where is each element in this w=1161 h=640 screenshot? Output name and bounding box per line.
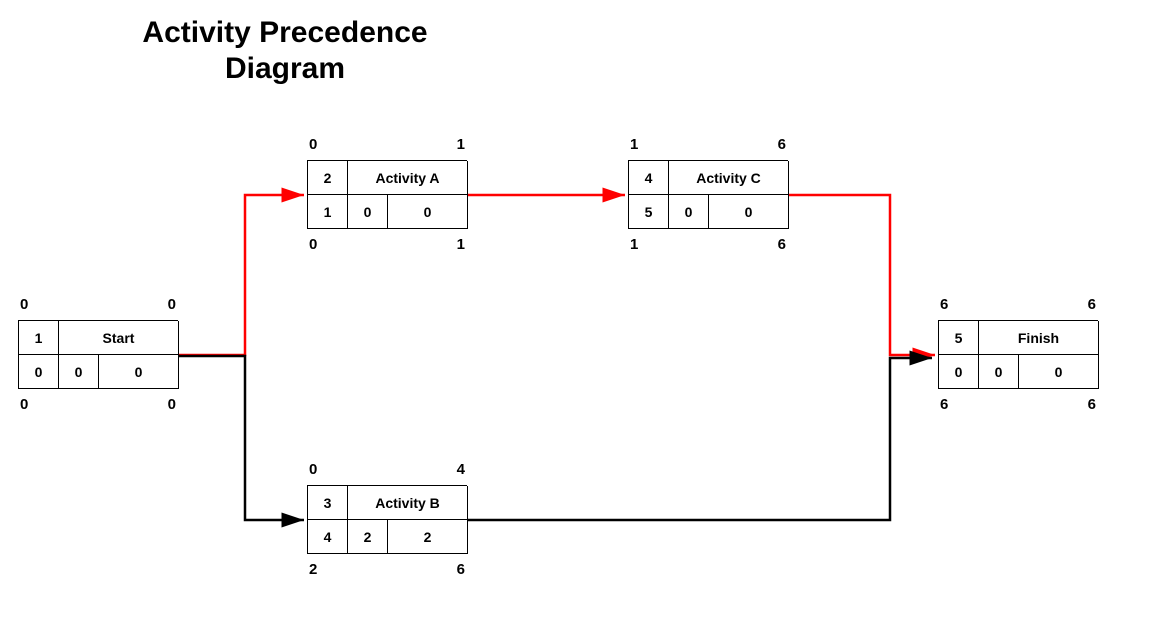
edge-start-actB	[179, 356, 304, 520]
diagram-title: Activity Precedence Diagram	[120, 15, 450, 87]
node-actB-es: 0	[309, 461, 317, 478]
node-actB: 0 4 3 Activity B 4 2 2 2 6	[307, 485, 467, 554]
node-actB-ls: 2	[309, 561, 317, 578]
node-actA-ff: 0	[388, 195, 468, 229]
node-actC-dur: 5	[629, 195, 669, 229]
node-actA-lf: 1	[457, 236, 465, 253]
node-actC-es: 1	[630, 136, 638, 153]
node-start-tf: 0	[59, 355, 99, 389]
node-actA-name: Activity A	[348, 161, 468, 195]
node-actC-ff: 0	[709, 195, 789, 229]
node-start: 0 0 1 Start 0 0 0 0 0	[18, 320, 178, 389]
node-actC-lf: 6	[778, 236, 786, 253]
node-actA-dur: 1	[308, 195, 348, 229]
node-actB-dur: 4	[308, 520, 348, 554]
node-finish-tf: 0	[979, 355, 1019, 389]
node-start-ff: 0	[99, 355, 179, 389]
node-finish-ls: 6	[940, 396, 948, 413]
node-actC-ls: 1	[630, 236, 638, 253]
edge-start-actA	[179, 195, 304, 355]
node-actA-id: 2	[308, 161, 348, 195]
node-start-lf: 0	[168, 396, 176, 413]
node-start-id: 1	[19, 321, 59, 355]
node-actB-ff: 2	[388, 520, 468, 554]
node-finish-dur: 0	[939, 355, 979, 389]
node-start-ef: 0	[168, 296, 176, 313]
node-finish-lf: 6	[1088, 396, 1096, 413]
node-actA-tf: 0	[348, 195, 388, 229]
node-actA-ls: 0	[309, 236, 317, 253]
edge-actB-finish	[468, 358, 932, 520]
node-finish-es: 6	[940, 296, 948, 313]
node-actC-id: 4	[629, 161, 669, 195]
node-finish-name: Finish	[979, 321, 1099, 355]
node-actB-name: Activity B	[348, 486, 468, 520]
node-finish: 6 6 5 Finish 0 0 0 6 6	[938, 320, 1098, 389]
node-actC-tf: 0	[669, 195, 709, 229]
edge-actC-finish	[789, 195, 935, 355]
node-actC: 1 6 4 Activity C 5 0 0 1 6	[628, 160, 788, 229]
node-finish-id: 5	[939, 321, 979, 355]
node-start-dur: 0	[19, 355, 59, 389]
node-start-ls: 0	[20, 396, 28, 413]
node-actB-tf: 2	[348, 520, 388, 554]
node-actA: 0 1 2 Activity A 1 0 0 0 1	[307, 160, 467, 229]
node-finish-ff: 0	[1019, 355, 1099, 389]
node-start-name: Start	[59, 321, 179, 355]
node-actB-lf: 6	[457, 561, 465, 578]
node-actC-name: Activity C	[669, 161, 789, 195]
node-actB-id: 3	[308, 486, 348, 520]
node-actC-ef: 6	[778, 136, 786, 153]
node-finish-ef: 6	[1088, 296, 1096, 313]
node-actB-ef: 4	[457, 461, 465, 478]
node-actA-es: 0	[309, 136, 317, 153]
node-start-es: 0	[20, 296, 28, 313]
node-actA-ef: 1	[457, 136, 465, 153]
